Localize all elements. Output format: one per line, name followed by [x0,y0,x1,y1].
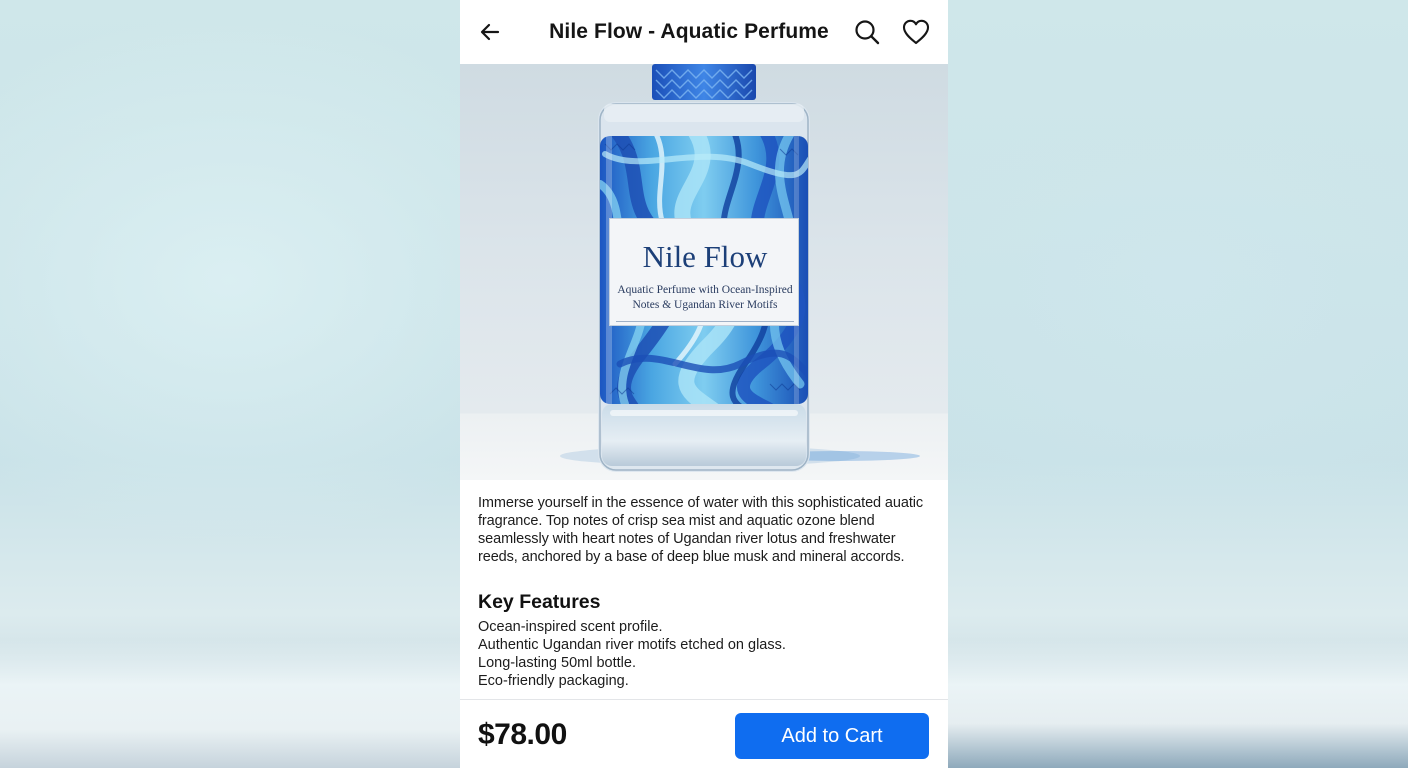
product-price: $78.00 [478,718,567,751]
back-button[interactable] [472,14,508,50]
product-description: Immerse yourself in the essence of water… [478,495,924,565]
backdrop-surface-right [948,640,1408,768]
page-title: Nile Flow - Aquatic Perfume [549,20,829,43]
feature-item: Eco-friendly packaging. [478,673,629,689]
bottle-label: Nile Flow Aquatic Perfume with Ocean-Ins… [609,218,799,326]
bottle-label-subtitle: Aquatic Perfume with Ocean-Inspired Note… [617,284,793,311]
backdrop-surface-left [0,640,460,768]
product-screen: Nile Flow - Aquatic Perfume Nile Flow Aq… [460,0,948,768]
arrow-left-icon [480,23,500,41]
product-image: Nile Flow Aquatic Perfume with Ocean-Ins… [460,64,948,480]
search-icon [855,20,880,45]
features-heading: Key Features [478,591,601,613]
app-header: Nile Flow - Aquatic Perfume [460,0,948,64]
features-list: Ocean-inspired scent profile. Authentic … [478,618,938,690]
bottle-label-title: Nile Flow [642,239,768,274]
search-button[interactable] [849,14,885,50]
purchase-bar: $78.00 Add to Cart [460,699,948,768]
bottle-label-rule [616,321,794,322]
favorite-button[interactable] [898,14,934,50]
feature-item: Long-lasting 50ml bottle. [478,655,636,671]
heart-icon [902,19,930,45]
add-to-cart-button[interactable]: Add to Cart [735,713,929,759]
feature-item: Ocean-inspired scent profile. [478,619,663,635]
feature-item: Authentic Ugandan river motifs etched on… [478,637,786,653]
